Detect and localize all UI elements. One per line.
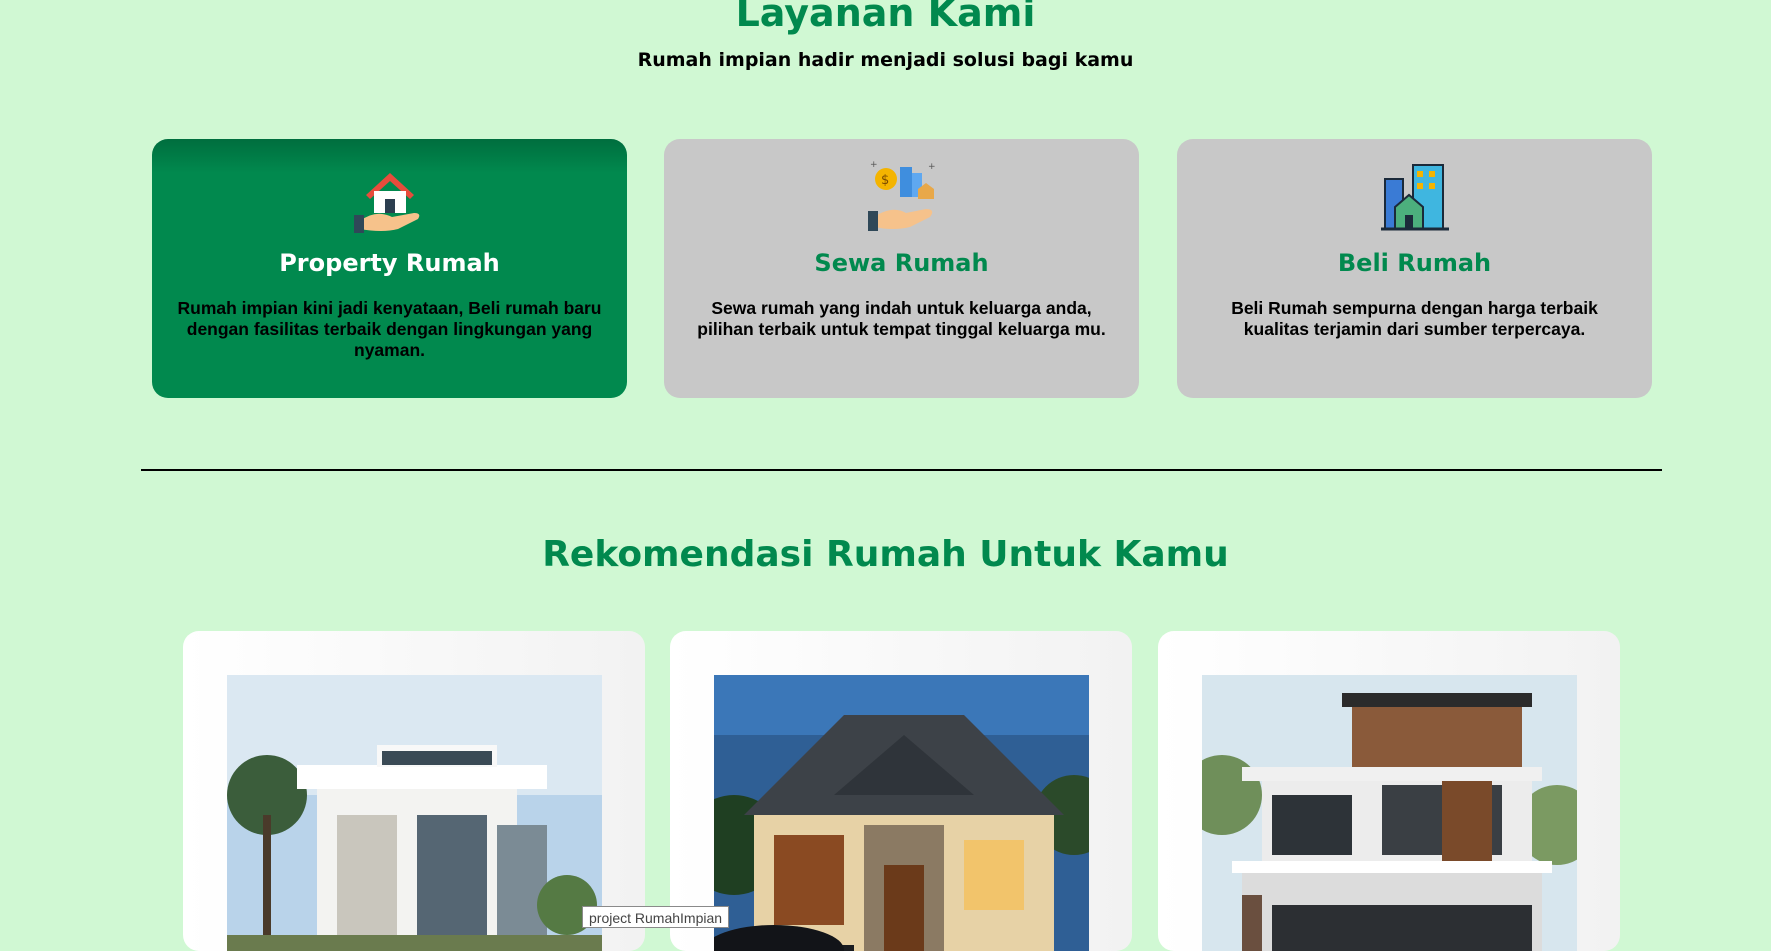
svg-text:$: $ — [881, 173, 889, 188]
services-subtitle: Rumah impian hadir menjadi solusi bagi k… — [637, 49, 1134, 71]
service-card-sewa-rumah[interactable]: $ + + Sewa Rumah Sewa rumah yang indah u… — [664, 139, 1139, 398]
section-divider — [141, 469, 1662, 471]
service-card-title: Beli Rumah — [1337, 249, 1492, 277]
service-card-description: Beli Rumah sempurna dengan harga terbaik… — [1231, 298, 1598, 339]
recommendations-title: Rekomendasi Rumah Untuk Kamu — [542, 534, 1229, 575]
multi-storey-modern-house-photo[interactable] — [1202, 675, 1577, 951]
service-card-title: Sewa Rumah — [814, 249, 989, 277]
money-property-hand-icon: $ + + — [864, 159, 940, 235]
service-card-property-rumah[interactable]: Property Rumah Rumah impian kini jadi ke… — [152, 139, 627, 398]
city-buildings-icon — [1377, 159, 1453, 235]
svg-text:+: + — [870, 160, 878, 170]
modern-white-house-photo[interactable] — [227, 675, 602, 951]
service-card-description: Rumah impian kini jadi kenyataan, Beli r… — [177, 298, 602, 360]
house-card[interactable] — [183, 631, 645, 951]
service-card-title: Property Rumah — [279, 249, 500, 277]
house-card[interactable] — [670, 631, 1132, 951]
services-title: Layanan Kami — [735, 0, 1036, 35]
house-in-hand-icon — [352, 159, 428, 235]
service-card-beli-rumah[interactable]: Beli Rumah Beli Rumah sempurna dengan ha… — [1177, 139, 1652, 398]
single-storey-house-photo[interactable] — [714, 675, 1089, 951]
service-card-description: Sewa rumah yang indah untuk keluarga and… — [697, 298, 1106, 339]
svg-text:+: + — [928, 162, 936, 172]
house-card[interactable] — [1158, 631, 1620, 951]
